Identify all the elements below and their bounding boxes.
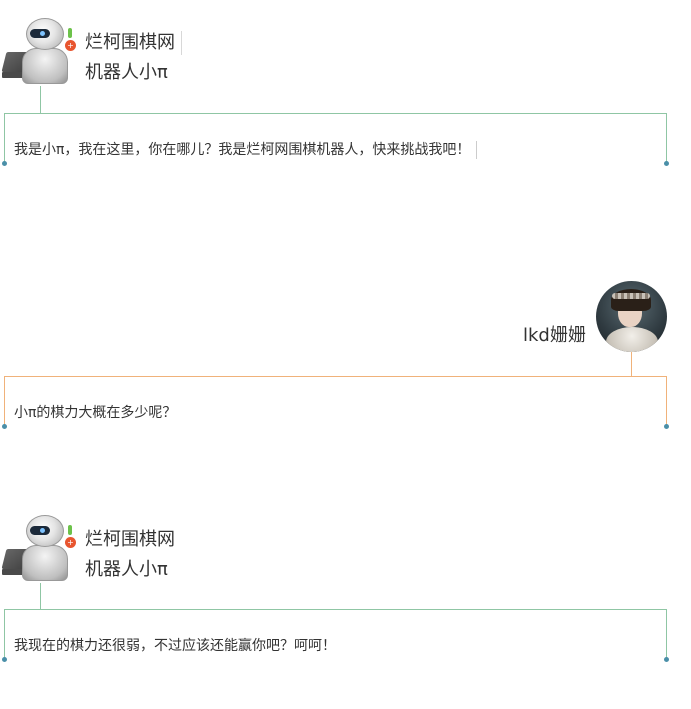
bubble-dot-left [2,424,7,429]
robot-avatar-icon[interactable]: + [1,513,78,583]
robot-badge-icon: + [65,40,76,51]
robot-eye-shape [40,528,45,533]
robot-antenna-shape [68,28,72,38]
robot-antenna-shape [68,525,72,535]
bubble-dot-right [664,424,669,429]
bubble-connector [40,86,41,113]
bot-name-label: 机器人小π [85,559,168,580]
robot-body-shape [22,48,68,84]
message-text: 我现在的棋力还很弱，不过应该还能赢你吧？呵呵！ [14,638,336,654]
site-name-label: 烂柯围棋网 [85,31,182,55]
user-avatar[interactable] [596,281,667,352]
robot-eye-shape [40,31,45,36]
bubble-dot-right [664,657,669,662]
user-message-bubble: 小π的棋力大概在多少呢？ [2,376,669,429]
user-avatar-headband-shape [612,293,650,299]
bubble-dot-left [2,161,7,166]
robot-body-shape [22,545,68,581]
bot-name-label: 机器人小π [85,62,168,83]
user-avatar-collar-shape [606,327,658,352]
message-text: 我是小π，我在这里，你在哪儿？我是烂柯网围棋机器人，快来挑战我吧！ [14,141,478,159]
bubble-dot-right [664,161,669,166]
robot-badge-icon: + [65,537,76,548]
chat-page: + 烂柯围棋网 机器人小π 我是小π，我在这里，你在哪儿？我是烂柯网围棋机器人，… [0,0,691,709]
message-text: 小π的棋力大概在多少呢？ [14,405,177,421]
bubble-connector [40,583,41,609]
bubble-dot-left [2,657,7,662]
robot-message-bubble: 我现在的棋力还很弱，不过应该还能赢你吧？呵呵！ [2,609,669,662]
bubble-connector [631,352,632,376]
user-name-label: lkd姗姗 [523,325,586,346]
site-name-label: 烂柯围棋网 [85,529,175,550]
robot-message-bubble: 我是小π，我在这里，你在哪儿？我是烂柯网围棋机器人，快来挑战我吧！ [2,113,669,166]
robot-avatar-icon[interactable]: + [1,16,78,86]
